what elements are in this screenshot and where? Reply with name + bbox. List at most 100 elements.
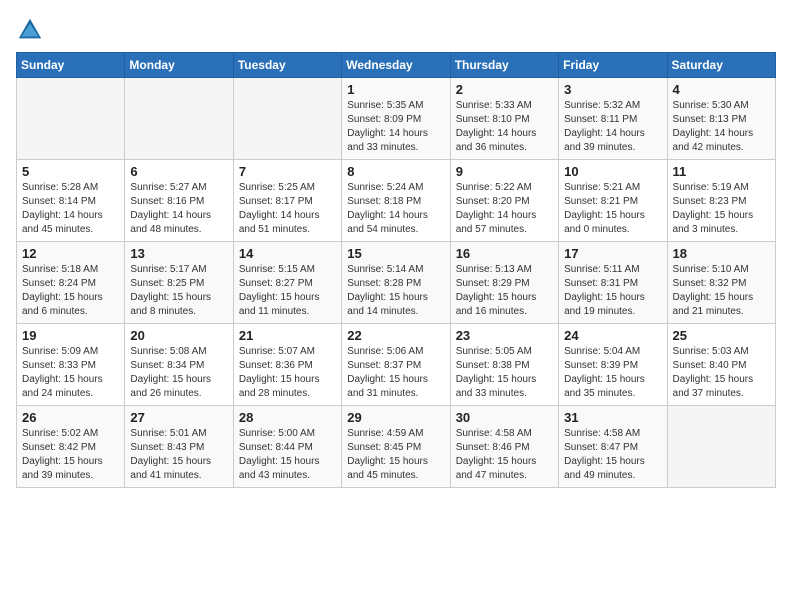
day-number: 28 [239,410,336,425]
day-number: 27 [130,410,227,425]
day-info: Sunrise: 5:17 AM Sunset: 8:25 PM Dayligh… [130,263,227,319]
calendar-cell: 28 Sunrise: 5:00 AM Sunset: 8:44 PM Dayli… [233,406,341,488]
calendar-header: SundayMondayTuesdayWednesdayThursdayFrid… [17,53,776,78]
calendar-cell: 9 Sunrise: 5:22 AM Sunset: 8:20 PM Daylig… [450,160,558,242]
day-info: Sunrise: 5:13 AM Sunset: 8:29 PM Dayligh… [456,263,553,319]
calendar-cell: 10 Sunrise: 5:21 AM Sunset: 8:21 PM Dayli… [559,160,667,242]
day-number: 11 [673,164,770,179]
day-number: 16 [456,246,553,261]
day-number: 6 [130,164,227,179]
day-info: Sunrise: 5:27 AM Sunset: 8:16 PM Dayligh… [130,181,227,237]
logo [16,16,48,44]
day-number: 9 [456,164,553,179]
day-info: Sunrise: 5:15 AM Sunset: 8:27 PM Dayligh… [239,263,336,319]
calendar-cell: 5 Sunrise: 5:28 AM Sunset: 8:14 PM Daylig… [17,160,125,242]
calendar-cell: 25Sunrise: 5:03 AM Sunset: 8:40 PM Dayli… [667,324,775,406]
day-info: Sunrise: 5:33 AM Sunset: 8:10 PM Dayligh… [456,99,553,155]
day-info: Sunrise: 5:35 AM Sunset: 8:09 PM Dayligh… [347,99,444,155]
day-number: 10 [564,164,661,179]
day-number: 13 [130,246,227,261]
day-info: Sunrise: 5:19 AM Sunset: 8:23 PM Dayligh… [673,181,770,237]
header-wednesday: Wednesday [342,53,450,78]
day-info: Sunrise: 5:08 AM Sunset: 8:34 PM Dayligh… [130,345,227,401]
day-number: 26 [22,410,119,425]
calendar-cell: 4 Sunrise: 5:30 AM Sunset: 8:13 PM Daylig… [667,78,775,160]
calendar-cell: 17Sunrise: 5:11 AM Sunset: 8:31 PM Dayli… [559,242,667,324]
header-sunday: Sunday [17,53,125,78]
calendar-cell [233,78,341,160]
calendar-cell: 23Sunrise: 5:05 AM Sunset: 8:38 PM Dayli… [450,324,558,406]
week-row-5: 26 Sunrise: 5:02 AM Sunset: 8:42 PM Dayli… [17,406,776,488]
calendar-cell: 3Sunrise: 5:32 AM Sunset: 8:11 PM Daylig… [559,78,667,160]
calendar-cell: 1 Sunrise: 5:35 AM Sunset: 8:09 PM Daylig… [342,78,450,160]
day-info: Sunrise: 5:24 AM Sunset: 8:18 PM Dayligh… [347,181,444,237]
day-info: Sunrise: 5:25 AM Sunset: 8:17 PM Dayligh… [239,181,336,237]
day-info: Sunrise: 5:10 AM Sunset: 8:32 PM Dayligh… [673,263,770,319]
day-number: 29 [347,410,444,425]
calendar-cell: 31 Sunrise: 4:58 AM Sunset: 8:47 PM Dayli… [559,406,667,488]
calendar-cell: 15Sunrise: 5:14 AM Sunset: 8:28 PM Dayli… [342,242,450,324]
week-row-1: 1 Sunrise: 5:35 AM Sunset: 8:09 PM Daylig… [17,78,776,160]
calendar-cell: 19 Sunrise: 5:09 AM Sunset: 8:33 PM Dayli… [17,324,125,406]
calendar-cell: 20 Sunrise: 5:08 AM Sunset: 8:34 PM Dayli… [125,324,233,406]
calendar-cell: 21 Sunrise: 5:07 AM Sunset: 8:36 PM Dayli… [233,324,341,406]
day-info: Sunrise: 5:04 AM Sunset: 8:39 PM Dayligh… [564,345,661,401]
day-info: Sunrise: 4:59 AM Sunset: 8:45 PM Dayligh… [347,427,444,483]
day-number: 14 [239,246,336,261]
day-number: 31 [564,410,661,425]
day-number: 8 [347,164,444,179]
header-monday: Monday [125,53,233,78]
calendar-cell: 27 Sunrise: 5:01 AM Sunset: 8:43 PM Dayli… [125,406,233,488]
day-info: Sunrise: 5:05 AM Sunset: 8:38 PM Dayligh… [456,345,553,401]
calendar-cell: 13 Sunrise: 5:17 AM Sunset: 8:25 PM Dayli… [125,242,233,324]
day-info: Sunrise: 5:11 AM Sunset: 8:31 PM Dayligh… [564,263,661,319]
day-number: 22 [347,328,444,343]
day-number: 20 [130,328,227,343]
day-info: Sunrise: 5:09 AM Sunset: 8:33 PM Dayligh… [22,345,119,401]
day-number: 5 [22,164,119,179]
header-friday: Friday [559,53,667,78]
day-number: 15 [347,246,444,261]
calendar-cell: 16 Sunrise: 5:13 AM Sunset: 8:29 PM Dayli… [450,242,558,324]
day-number: 1 [347,82,444,97]
day-info: Sunrise: 5:22 AM Sunset: 8:20 PM Dayligh… [456,181,553,237]
week-row-3: 12 Sunrise: 5:18 AM Sunset: 8:24 PM Dayli… [17,242,776,324]
calendar-cell: 7 Sunrise: 5:25 AM Sunset: 8:17 PM Daylig… [233,160,341,242]
day-info: Sunrise: 5:30 AM Sunset: 8:13 PM Dayligh… [673,99,770,155]
header-thursday: Thursday [450,53,558,78]
calendar-cell: 6 Sunrise: 5:27 AM Sunset: 8:16 PM Daylig… [125,160,233,242]
day-number: 21 [239,328,336,343]
day-info: Sunrise: 5:06 AM Sunset: 8:37 PM Dayligh… [347,345,444,401]
header-saturday: Saturday [667,53,775,78]
day-info: Sunrise: 4:58 AM Sunset: 8:47 PM Dayligh… [564,427,661,483]
day-number: 30 [456,410,553,425]
calendar-cell: 2 Sunrise: 5:33 AM Sunset: 8:10 PM Daylig… [450,78,558,160]
day-info: Sunrise: 5:21 AM Sunset: 8:21 PM Dayligh… [564,181,661,237]
day-number: 4 [673,82,770,97]
day-info: Sunrise: 5:18 AM Sunset: 8:24 PM Dayligh… [22,263,119,319]
day-number: 24 [564,328,661,343]
day-info: Sunrise: 5:00 AM Sunset: 8:44 PM Dayligh… [239,427,336,483]
day-info: Sunrise: 5:28 AM Sunset: 8:14 PM Dayligh… [22,181,119,237]
day-info: Sunrise: 5:01 AM Sunset: 8:43 PM Dayligh… [130,427,227,483]
calendar-cell: 22 Sunrise: 5:06 AM Sunset: 8:37 PM Dayli… [342,324,450,406]
day-number: 19 [22,328,119,343]
day-number: 12 [22,246,119,261]
day-info: Sunrise: 5:07 AM Sunset: 8:36 PM Dayligh… [239,345,336,401]
day-info: Sunrise: 5:32 AM Sunset: 8:11 PM Dayligh… [564,99,661,155]
header-row: SundayMondayTuesdayWednesdayThursdayFrid… [17,53,776,78]
day-info: Sunrise: 5:02 AM Sunset: 8:42 PM Dayligh… [22,427,119,483]
calendar-cell: 14 Sunrise: 5:15 AM Sunset: 8:27 PM Dayli… [233,242,341,324]
calendar-cell [17,78,125,160]
calendar-cell: 24 Sunrise: 5:04 AM Sunset: 8:39 PM Dayli… [559,324,667,406]
calendar-cell: 30Sunrise: 4:58 AM Sunset: 8:46 PM Dayli… [450,406,558,488]
calendar: SundayMondayTuesdayWednesdayThursdayFrid… [16,52,776,488]
calendar-cell [667,406,775,488]
calendar-cell: 29 Sunrise: 4:59 AM Sunset: 8:45 PM Dayli… [342,406,450,488]
page-header [16,16,776,44]
header-tuesday: Tuesday [233,53,341,78]
day-number: 7 [239,164,336,179]
day-number: 2 [456,82,553,97]
calendar-body: 1 Sunrise: 5:35 AM Sunset: 8:09 PM Daylig… [17,78,776,488]
week-row-4: 19 Sunrise: 5:09 AM Sunset: 8:33 PM Dayli… [17,324,776,406]
